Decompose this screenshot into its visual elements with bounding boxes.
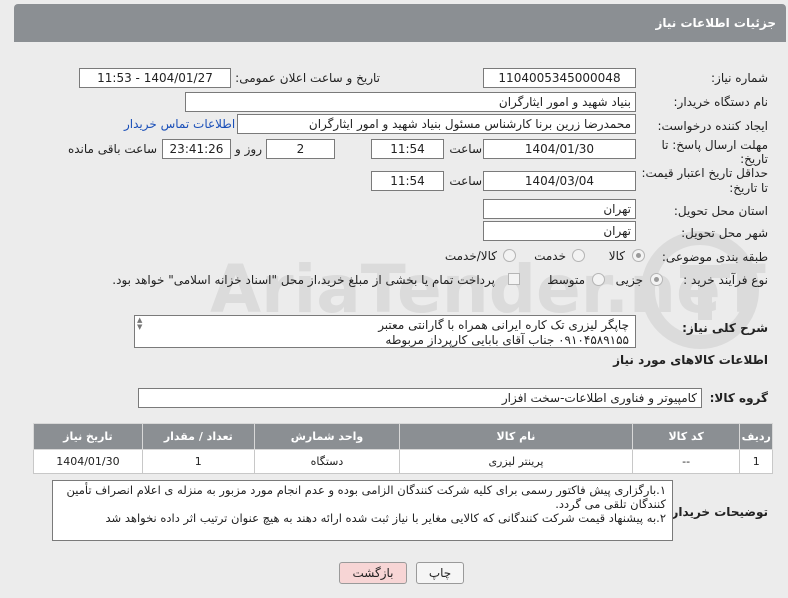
treasury-checkbox-label: پرداخت تمام یا بخشی از مبلغ خرید،از محل … xyxy=(112,273,495,287)
scroll-arrows-icon[interactable]: ▲ ▼ xyxy=(137,317,142,331)
buyer-notes-textarea[interactable]: ۱.بارگزاری پیش فاکتور رسمی برای کلیه شرک… xyxy=(52,480,673,541)
buyer-org-field: بنیاد شهید و امور ایثارگران xyxy=(185,92,636,112)
validity-label-2: تا تاریخ: xyxy=(729,181,768,195)
col-header-date: تاریخ نیاز xyxy=(33,423,143,450)
city-field: تهران xyxy=(483,221,636,241)
deadline-label-1: مهلت ارسال پاسخ: تا xyxy=(661,138,768,152)
contact-info-link[interactable]: اطلاعات تماس خریدار xyxy=(124,117,235,131)
col-header-name: نام کالا xyxy=(399,423,633,450)
col-header-code: کد کالا xyxy=(631,423,741,450)
creator-label: ایجاد کننده درخواست: xyxy=(657,119,768,133)
items-table: ردیف کد کالا نام کالا واحد شمارش تعداد /… xyxy=(33,423,773,474)
validity-time-label: ساعت xyxy=(449,174,482,188)
cell-unit: دستگاه xyxy=(253,449,401,474)
cell-date: 1404/01/30 xyxy=(33,449,143,474)
deadline-days-label: روز و xyxy=(235,142,262,156)
cell-row-no: 1 xyxy=(739,449,773,474)
buyer-notes-line-2: کنندگان تلقی می گردد. xyxy=(555,497,666,511)
remaining-time-field: 23:41:26 xyxy=(162,139,231,159)
category-label: طبقه بندی موضوعی: xyxy=(661,250,768,264)
description-line-2: ۰۹۱۰۴۵۸۹۱۵۵ جناب آقای بابایی کارپرداز مر… xyxy=(385,333,629,347)
deadline-date-field: 1404/01/30 xyxy=(483,139,636,159)
col-header-unit: واحد شمارش xyxy=(253,423,401,450)
province-field: تهران xyxy=(483,199,636,219)
category-option-goods: کالا xyxy=(608,249,625,263)
page-title: جزئیات اطلاعات نیاز xyxy=(655,16,776,30)
process-option-minor: جزیی xyxy=(615,273,643,287)
print-button[interactable]: چاپ xyxy=(416,562,464,584)
goods-group-field: کامپیوتر و فناوری اطلاعات-سخت افزار xyxy=(138,388,702,408)
province-label: استان محل تحویل: xyxy=(673,204,768,218)
cell-code: -- xyxy=(631,449,741,474)
remaining-time-label: ساعت باقی مانده xyxy=(67,142,157,156)
header-bar: جزئیات اطلاعات نیاز xyxy=(14,4,786,42)
validity-date-field: 1404/03/04 xyxy=(483,171,636,191)
col-header-row-no: ردیف xyxy=(739,423,773,450)
back-button[interactable]: بازگشت xyxy=(339,562,407,584)
category-option-service: خدمت xyxy=(534,249,566,263)
need-number-label: شماره نیاز: xyxy=(711,71,768,85)
category-radio-goods-service[interactable] xyxy=(503,249,516,262)
need-number-field: 1104005345000048 xyxy=(483,68,636,88)
announce-field: 1404/01/27 - 11:53 xyxy=(79,68,231,88)
process-radio-medium[interactable] xyxy=(592,273,605,286)
buyer-notes-line-3: ۲.به پیشنهاد قیمت شرکت کنندگانی که کالای… xyxy=(105,511,666,525)
category-radio-service[interactable] xyxy=(572,249,585,262)
deadline-days-field: 2 xyxy=(266,139,335,159)
buyer-org-label: نام دستگاه خریدار: xyxy=(673,95,769,109)
deadline-time-label: ساعت xyxy=(449,142,482,156)
table-header-row: ردیف کد کالا نام کالا واحد شمارش تعداد /… xyxy=(33,423,773,450)
items-section-title: اطلاعات کالاهای مورد نیاز xyxy=(613,353,768,367)
validity-time-field: 11:54 xyxy=(371,171,444,191)
cell-qty: 1 xyxy=(141,449,255,474)
creator-field: محمدرضا زرین برنا کارشناس مسئول بنیاد شه… xyxy=(237,114,636,134)
cell-name: پرینتر لیزری xyxy=(399,449,633,474)
process-option-medium: متوسط xyxy=(547,273,585,287)
description-label: شرح کلی نیاز: xyxy=(682,321,768,335)
category-option-goods-service: کالا/خدمت xyxy=(444,249,497,263)
goods-group-label: گروه کالا: xyxy=(709,391,768,405)
col-header-qty: تعداد / مقدار xyxy=(141,423,255,450)
validity-label-1: حداقل تاریخ اعتبار قیمت: xyxy=(641,166,768,180)
table-row: 1 -- پرینتر لیزری دستگاه 1 1404/01/30 xyxy=(33,449,773,474)
buyer-notes-label: توضیحات خریدار: xyxy=(666,505,768,519)
buyer-notes-line-1: ۱.بارگزاری پیش فاکتور رسمی برای کلیه شرک… xyxy=(66,483,667,497)
deadline-time-field: 11:54 xyxy=(371,139,444,159)
description-line-1: چاپگر لیزری تک کاره ایرانی همراه با گارا… xyxy=(378,318,629,332)
category-radio-goods[interactable] xyxy=(632,249,645,262)
announce-label: تاریخ و ساعت اعلان عمومی: xyxy=(235,71,380,85)
process-radio-minor[interactable] xyxy=(650,273,663,286)
treasury-checkbox[interactable] xyxy=(508,273,520,285)
deadline-label-2: تاریخ: xyxy=(740,152,768,166)
description-textarea[interactable]: چاپگر لیزری تک کاره ایرانی همراه با گارا… xyxy=(134,315,636,348)
city-label: شهر محل تحویل: xyxy=(681,226,768,240)
process-label: نوع فرآیند خرید : xyxy=(683,273,768,287)
